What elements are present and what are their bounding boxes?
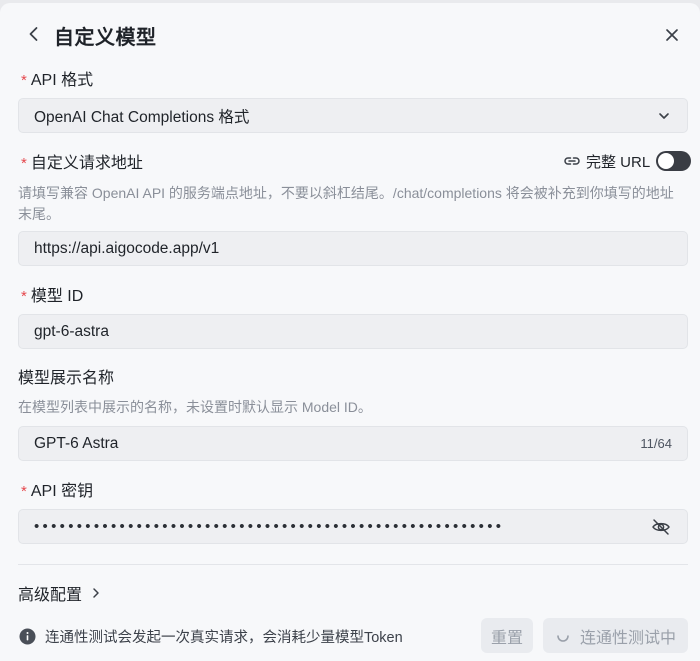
- chevron-left-icon[interactable]: [24, 24, 44, 44]
- divider: [18, 564, 688, 565]
- info-icon: [19, 628, 36, 644]
- reset-button[interactable]: 重置: [481, 618, 533, 653]
- display-name-input[interactable]: GPT-6 Astra 11/64: [18, 426, 688, 461]
- chevron-right-icon: [93, 588, 99, 598]
- eye-off-icon[interactable]: [650, 516, 672, 538]
- chevron-down-icon: [659, 112, 669, 119]
- advanced-settings-toggle[interactable]: 高级配置: [18, 582, 104, 604]
- endpoint-value: https://api.aigocode.app/v1: [34, 239, 220, 257]
- api-key-input[interactable]: ••••••••••••••••••••••••••••••••••••••••…: [18, 509, 688, 544]
- model-id-value: gpt-6-astra: [34, 322, 109, 340]
- endpoint-label-text: 自定义请求地址: [30, 155, 143, 172]
- endpoint-input[interactable]: https://api.aigocode.app/v1: [18, 231, 688, 266]
- required-mark: *: [21, 287, 27, 305]
- model-id-label: * 模型 ID: [18, 283, 84, 306]
- api-key-masked-value: ••••••••••••••••••••••••••••••••••••••••…: [34, 518, 505, 535]
- required-mark: *: [21, 482, 27, 500]
- connectivity-test-button[interactable]: 连通性测试中: [543, 618, 688, 653]
- display-name-hint: 在模型列表中展示的名称，未设置时默认显示 Model ID。: [18, 399, 372, 415]
- full-url-toggle[interactable]: [656, 151, 692, 171]
- endpoint-hint: 请填写兼容 OpenAI API 的服务端点地址，不要以斜杠结尾。/chat/c…: [18, 185, 674, 222]
- footer-note: 连通性测试会发起一次真实请求，会消耗少量模型Token: [19, 625, 403, 647]
- display-name-label: 模型展示名称: [18, 370, 115, 387]
- api-format-label-text: API 格式: [30, 72, 94, 89]
- display-name-value: GPT-6 Astra: [34, 434, 119, 452]
- api-format-label: * API 格式: [18, 67, 94, 90]
- custom-model-dialog: 自定义模型 * API 格式 OpenAI Chat Completions 格…: [0, 3, 700, 661]
- toggle-knob: [658, 153, 675, 169]
- dialog-title: 自定义模型: [54, 27, 157, 49]
- link-icon: [564, 157, 580, 165]
- api-key-label-text: API 密钥: [30, 483, 94, 500]
- full-url-toggle-group: 完整 URL: [563, 150, 692, 172]
- required-mark: *: [21, 154, 27, 172]
- api-format-select[interactable]: OpenAI Chat Completions 格式: [18, 98, 688, 133]
- api-key-label: * API 密钥: [18, 478, 94, 501]
- model-id-input[interactable]: gpt-6-astra: [18, 314, 688, 349]
- endpoint-label: * 自定义请求地址: [18, 150, 143, 173]
- footer-note-text: 连通性测试会发起一次真实请求，会消耗少量模型Token: [45, 629, 403, 646]
- api-format-selected-value: OpenAI Chat Completions 格式: [34, 108, 250, 126]
- connectivity-test-label: 连通性测试中: [579, 629, 676, 647]
- close-icon[interactable]: [662, 25, 682, 45]
- full-url-label: 完整 URL: [586, 153, 651, 171]
- advanced-settings-label: 高级配置: [18, 587, 83, 604]
- char-counter: 11/64: [640, 436, 672, 451]
- dialog-header: 自定义模型: [0, 3, 700, 65]
- required-mark: *: [21, 71, 27, 89]
- spinner-icon: [557, 634, 569, 642]
- model-id-label-text: 模型 ID: [30, 288, 84, 305]
